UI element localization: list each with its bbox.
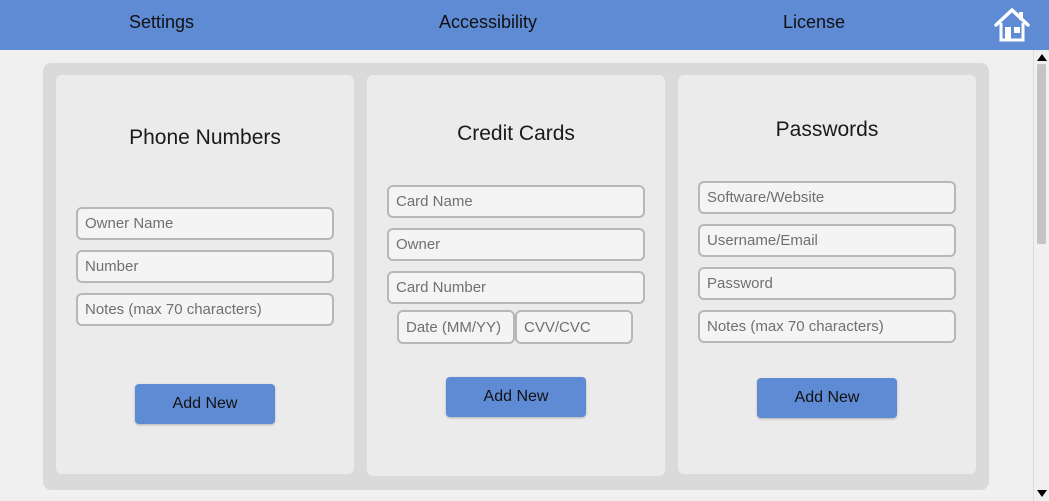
passwords-title: Passwords bbox=[775, 118, 879, 141]
card-cvv-input[interactable] bbox=[515, 310, 633, 344]
password-notes-input[interactable] bbox=[698, 310, 956, 343]
nav-license[interactable]: License bbox=[783, 12, 845, 33]
card-add-new-button[interactable]: Add New bbox=[446, 377, 586, 417]
phone-owner-name-input[interactable] bbox=[76, 207, 334, 240]
password-site-input[interactable] bbox=[698, 181, 956, 214]
home-icon bbox=[994, 8, 1030, 42]
password-input[interactable] bbox=[698, 267, 956, 300]
phone-numbers-card: Phone Numbers Add New bbox=[56, 75, 354, 474]
password-add-new-button[interactable]: Add New bbox=[757, 378, 897, 418]
nav-accessibility[interactable]: Accessibility bbox=[439, 12, 537, 33]
home-button[interactable] bbox=[993, 7, 1031, 43]
card-number-input[interactable] bbox=[387, 271, 645, 304]
scroll-up-arrow-icon[interactable] bbox=[1037, 54, 1047, 61]
card-date-input[interactable] bbox=[397, 310, 515, 344]
phone-add-new-button[interactable]: Add New bbox=[135, 384, 275, 424]
passwords-card: Passwords Add New bbox=[678, 75, 976, 474]
card-name-input[interactable] bbox=[387, 185, 645, 218]
entries-panel: Phone Numbers Add New Credit Cards Add N… bbox=[43, 63, 989, 490]
phone-notes-input[interactable] bbox=[76, 293, 334, 326]
scroll-down-arrow-icon[interactable] bbox=[1037, 490, 1047, 497]
top-nav-bar: Settings Accessibility License bbox=[0, 0, 1049, 50]
phone-number-input[interactable] bbox=[76, 250, 334, 283]
credit-cards-card: Credit Cards Add New bbox=[367, 75, 665, 476]
phone-numbers-title: Phone Numbers bbox=[129, 126, 281, 149]
scroll-thumb[interactable] bbox=[1037, 64, 1046, 244]
nav-settings[interactable]: Settings bbox=[129, 12, 194, 33]
credit-cards-title: Credit Cards bbox=[457, 122, 575, 145]
vertical-scrollbar[interactable] bbox=[1033, 50, 1049, 501]
card-owner-input[interactable] bbox=[387, 228, 645, 261]
password-username-input[interactable] bbox=[698, 224, 956, 257]
